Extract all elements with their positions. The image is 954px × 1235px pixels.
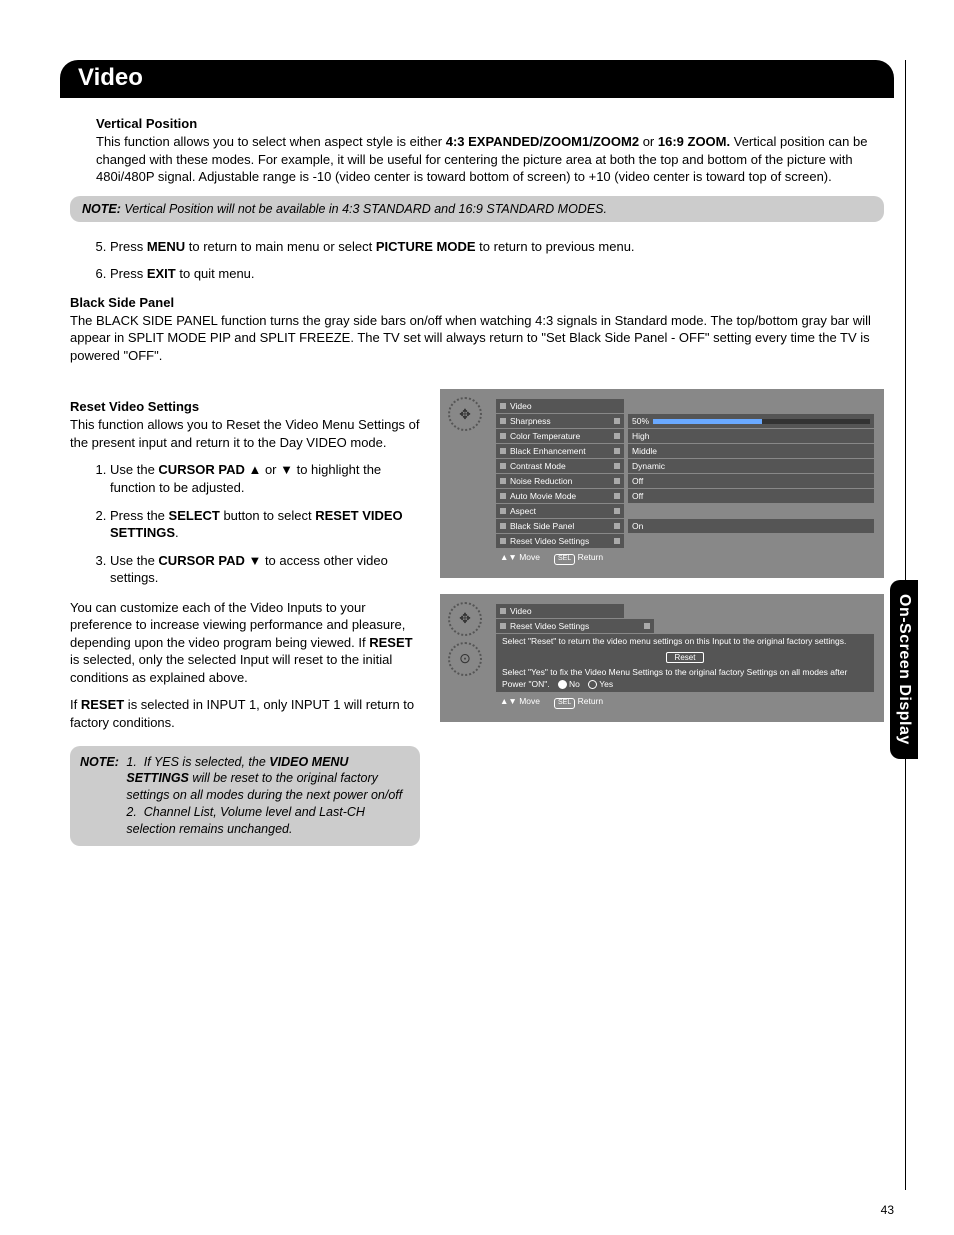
osd-reset-text-2: Select "Yes" to fix the Video Menu Setti… xyxy=(496,665,874,693)
text: Return xyxy=(578,552,604,562)
text: Use the xyxy=(110,462,158,477)
radio-no: No xyxy=(569,679,580,689)
text: Press the xyxy=(110,508,169,523)
manual-page: Video Vertical Position This function al… xyxy=(0,0,954,1235)
osd-item-noise: Noise Reduction xyxy=(496,474,624,488)
osd-item-black-side: Black Side Panel xyxy=(496,519,624,533)
text: If YES is selected, the xyxy=(144,755,270,769)
reset-steps: Use the CURSOR PAD ▲ or ▼ to highlight t… xyxy=(70,461,420,586)
radio-selected-icon xyxy=(558,680,567,689)
sel-key-icon: SEL xyxy=(554,698,575,708)
osd-title: Video xyxy=(496,399,624,413)
text: or xyxy=(639,134,658,149)
side-tab: On-Screen Display xyxy=(890,580,918,759)
text: Use the xyxy=(110,553,158,568)
osd-footer: ▲▼ Move SEL Return xyxy=(496,693,874,711)
note-box-2: NOTE: 1. If YES is selected, the VIDEO M… xyxy=(70,746,420,846)
left-column: Reset Video Settings This function allow… xyxy=(70,389,420,846)
osd-title: Video xyxy=(496,604,624,618)
text: . xyxy=(175,525,179,540)
text: Move xyxy=(519,552,540,562)
remote-select-icon: ⊙ xyxy=(448,642,482,676)
text: Press xyxy=(110,266,147,281)
osd-val: Middle xyxy=(628,444,874,458)
text-bold: 4:3 EXPANDED/ZOOM1/ZOOM2 xyxy=(446,134,639,149)
text-bold: EXIT xyxy=(147,266,176,281)
text: If xyxy=(70,697,81,712)
vertical-position-heading: Vertical Position xyxy=(70,116,884,131)
text: is selected, only the selected Input wil… xyxy=(70,652,392,685)
text: 50% xyxy=(632,416,649,426)
osd-item-reset-settings: Reset Video Settings xyxy=(496,619,654,633)
note-text: Vertical Position will not be available … xyxy=(121,202,607,216)
reset-heading: Reset Video Settings xyxy=(70,399,420,414)
step-6: Press EXIT to quit menu. xyxy=(110,265,884,283)
page-number: 43 xyxy=(881,1203,894,1217)
osd-item-color-temp: Color Temperature xyxy=(496,429,624,443)
radio-yes: Yes xyxy=(599,679,613,689)
radio-icon xyxy=(588,680,597,689)
osd-item-sharpness: Sharpness xyxy=(496,414,624,428)
slider-fill xyxy=(653,419,761,424)
text: Channel List, Volume level and Last-CH s… xyxy=(126,805,365,836)
text: to quit menu. xyxy=(176,266,255,281)
osd-item-contrast: Contrast Mode xyxy=(496,459,624,473)
steps-5-6: Press MENU to return to main menu or sel… xyxy=(70,238,884,283)
note-lead: NOTE: xyxy=(82,202,121,216)
note-lead: NOTE: xyxy=(80,755,119,769)
text-bold: MENU xyxy=(147,239,185,254)
osd-footer: ▲▼ Move SEL Return xyxy=(496,549,874,567)
reset-para-2: You can customize each of the Video Inpu… xyxy=(70,599,420,687)
black-side-panel-text: The BLACK SIDE PANEL function turns the … xyxy=(70,312,884,365)
reset-step-3: Use the CURSOR PAD ▼ to access other vid… xyxy=(110,552,420,587)
text-bold: RESET xyxy=(81,697,124,712)
osd-item-reset: Reset Video Settings xyxy=(496,534,624,548)
osd-item-black-enh: Black Enhancement xyxy=(496,444,624,458)
osd-val: Off xyxy=(628,474,874,488)
text: Return xyxy=(578,696,604,706)
osd-item-auto-movie: Auto Movie Mode xyxy=(496,489,624,503)
text: You can customize each of the Video Inpu… xyxy=(70,600,405,650)
text: Press xyxy=(110,239,147,254)
reset-step-1: Use the CURSOR PAD ▲ or ▼ to highlight t… xyxy=(110,461,420,496)
osd-val: 50% xyxy=(628,414,874,428)
text-bold: CURSOR PAD xyxy=(158,553,244,568)
osd-item-aspect: Aspect xyxy=(496,504,624,518)
text-bold: 16:9 ZOOM. xyxy=(658,134,730,149)
two-column-layout: Reset Video Settings This function allow… xyxy=(70,389,884,846)
text: to return to main menu or select xyxy=(185,239,376,254)
sel-key-icon: SEL xyxy=(554,554,575,564)
text: Move xyxy=(519,696,540,706)
slider-bar xyxy=(653,419,870,424)
osd-val: Dynamic xyxy=(628,459,874,473)
osd-screenshot-1: ✥ Video Sharpness50% Color TemperatureHi… xyxy=(440,389,884,577)
page-content: Vertical Position This function allows y… xyxy=(60,116,894,846)
text: to return to previous menu. xyxy=(476,239,635,254)
vertical-position-para: This function allows you to select when … xyxy=(70,133,884,186)
osd-val: High xyxy=(628,429,874,443)
reset-intro: This function allows you to Reset the Vi… xyxy=(70,416,420,451)
osd-reset-button: Reset xyxy=(666,652,705,663)
text: Select "Yes" to fix the Video Menu Setti… xyxy=(502,667,847,689)
osd-val: Off xyxy=(628,489,874,503)
note-bar-1: NOTE: Vertical Position will not be avai… xyxy=(70,196,884,222)
text: This function allows you to select when … xyxy=(96,134,446,149)
reset-para-3: If RESET is selected in INPUT 1, only IN… xyxy=(70,696,420,731)
osd-reset-text-1: Select "Reset" to return the video menu … xyxy=(496,634,874,650)
section-header: Video xyxy=(60,60,894,98)
black-side-panel-heading: Black Side Panel xyxy=(70,295,884,310)
text: button to select xyxy=(220,508,315,523)
text-bold: SELECT xyxy=(169,508,220,523)
remote-dpad-icon: ✥ xyxy=(448,602,482,636)
text-bold: PICTURE MODE xyxy=(376,239,476,254)
osd-val: On xyxy=(628,519,874,533)
right-column: ✥ Video Sharpness 50% Color Temperature Hi… xyxy=(440,389,884,737)
osd-screenshot-2: ✥ ⊙ Video Reset Video Settings Select "R… xyxy=(440,594,884,722)
reset-step-2: Press the SELECT button to select RESET … xyxy=(110,507,420,542)
text-bold: RESET xyxy=(369,635,412,650)
step-5: Press MENU to return to main menu or sel… xyxy=(110,238,884,256)
text-bold: CURSOR PAD xyxy=(158,462,244,477)
